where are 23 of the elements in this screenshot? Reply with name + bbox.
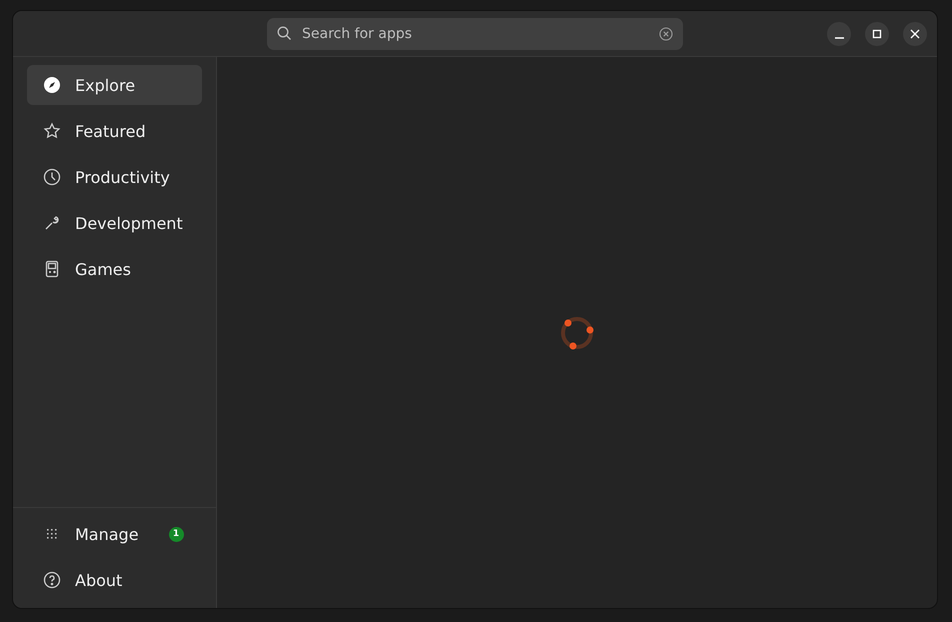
close-button[interactable] — [903, 22, 927, 46]
count-badge: 1 — [168, 526, 184, 542]
sidebar-item[interactable]: Games — [27, 249, 202, 289]
minimize-button[interactable] — [827, 22, 851, 46]
sidebar-item[interactable]: Explore — [27, 65, 202, 105]
star-icon — [43, 122, 61, 140]
clear-icon[interactable] — [659, 26, 673, 40]
minimize-icon — [834, 36, 844, 38]
help-icon — [43, 571, 61, 589]
search-input[interactable]: Search for apps — [300, 24, 651, 42]
close-icon — [910, 28, 920, 38]
gamepad-icon — [43, 260, 61, 278]
search-field[interactable]: Search for apps — [267, 18, 683, 50]
sidebar-item[interactable]: About — [27, 560, 202, 600]
sidebar-item[interactable]: Development — [27, 203, 202, 243]
maximize-button[interactable] — [865, 22, 889, 46]
search-icon — [277, 26, 292, 41]
clock-icon — [43, 168, 61, 186]
compass-icon — [43, 76, 61, 94]
maximize-icon — [872, 28, 882, 38]
sidebar-item[interactable]: Featured — [27, 111, 202, 151]
sidebar-item[interactable]: Productivity — [27, 157, 202, 197]
sidebar-item[interactable]: Manage 1 — [27, 514, 202, 554]
